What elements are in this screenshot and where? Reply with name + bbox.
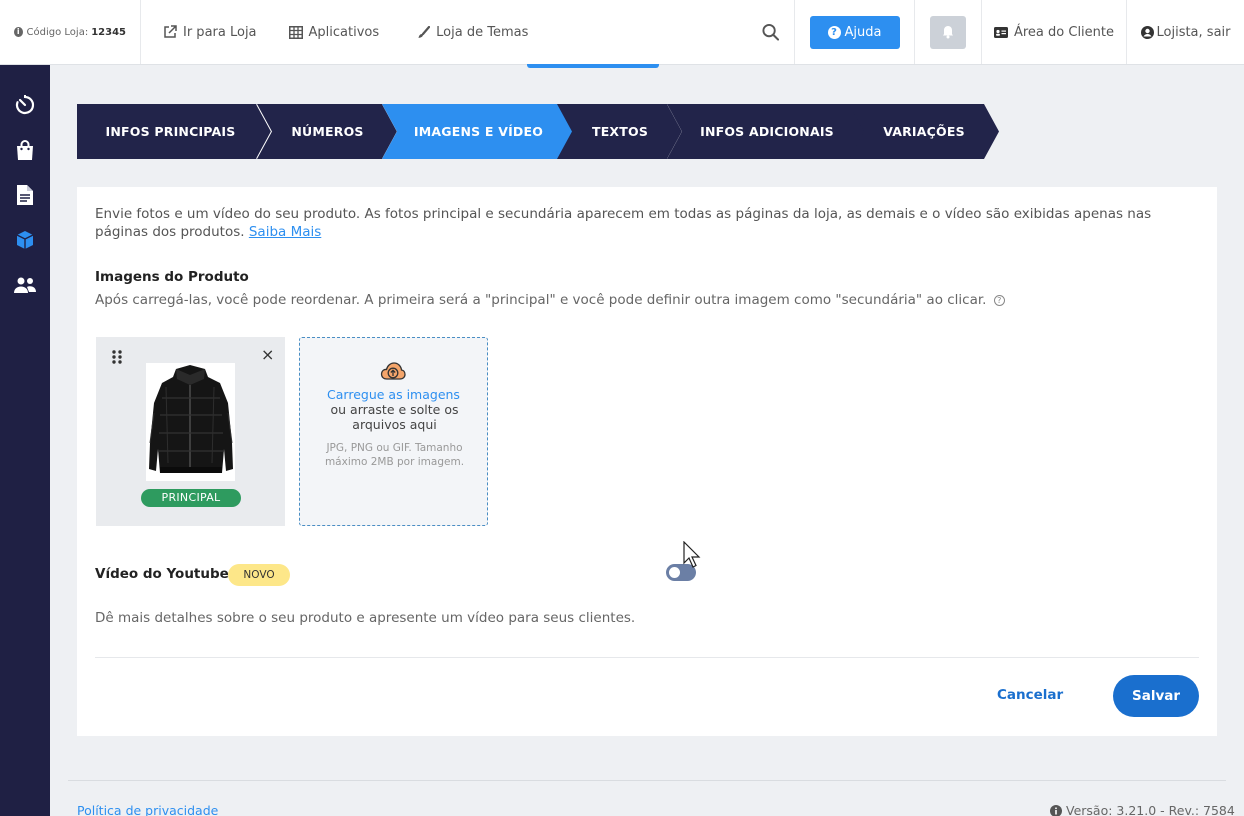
cancel-button[interactable]: Cancelar (997, 687, 1063, 703)
images-section-description: Após carregá-las, você pode reordenar. A… (95, 292, 1005, 308)
step-label: INFOS PRINCIPAIS (105, 124, 236, 139)
user-circle-icon (1140, 25, 1154, 39)
external-link-icon (164, 25, 177, 38)
apps-link[interactable]: Aplicativos (269, 0, 392, 64)
step-label: INFOS ADICIONAIS (700, 124, 834, 139)
logout-link[interactable]: Lojista, sair (1127, 0, 1244, 64)
intro-text: Envie fotos e um vídeo do seu produto. A… (95, 205, 1185, 241)
id-card-icon (993, 26, 1008, 38)
sidebar-item-dashboard[interactable] (13, 93, 37, 117)
store-code-label: Código Loja: (26, 26, 89, 38)
version-text: Versão: 3.21.0 - Rev.: 7584 (1066, 803, 1235, 816)
theme-store-link[interactable]: Loja de Temas (391, 0, 540, 64)
sidebar (0, 65, 50, 816)
step-infos-principais[interactable]: INFOS PRINCIPAIS (77, 104, 272, 159)
help-label: Ajuda (844, 24, 882, 40)
new-badge: NOVO (228, 564, 290, 586)
go-to-store-link[interactable]: Ir para Loja (141, 0, 269, 64)
drag-handle-icon[interactable] (112, 350, 122, 364)
step-imagens-e-video[interactable]: IMAGENS E VÍDEO (382, 104, 575, 159)
active-tab-indicator (527, 64, 659, 68)
step-label: TEXTOS (591, 124, 649, 139)
step-label: VARIAÇÕES (883, 124, 965, 139)
sidebar-item-orders[interactable] (13, 138, 37, 162)
step-textos[interactable]: TEXTOS (557, 104, 683, 159)
image-upload-dropzone[interactable]: Carregue as imagens ou arraste e solte o… (299, 337, 488, 526)
brush-icon (418, 25, 431, 38)
bell-icon (943, 26, 953, 39)
go-to-store-label: Ir para Loja (183, 24, 257, 40)
principal-badge: PRINCIPAL (141, 489, 241, 507)
sidebar-item-pages[interactable] (13, 183, 37, 207)
apps-label: Aplicativos (308, 24, 380, 40)
product-image (146, 363, 235, 481)
images-section-title: Imagens do Produto (95, 269, 249, 285)
info-icon: i (14, 27, 23, 37)
client-area-label: Área do Cliente (1013, 24, 1115, 40)
images-video-card: Envie fotos e um vídeo do seu produto. A… (77, 187, 1217, 736)
shopping-bag-icon (17, 140, 33, 160)
step-variacoes[interactable]: VARIAÇÕES (849, 104, 999, 159)
step-label: IMAGENS E VÍDEO (413, 124, 544, 139)
users-icon (14, 277, 36, 293)
help-button[interactable]: ? Ajuda (809, 15, 900, 49)
grid-icon (288, 25, 303, 39)
mouse-cursor-icon (683, 541, 701, 568)
cloud-upload-icon (380, 362, 406, 380)
step-infos-adicionais[interactable]: INFOS ADICIONAIS (667, 104, 867, 159)
video-section-title: Vídeo do Youtube (95, 566, 229, 582)
footer-divider (68, 780, 1226, 781)
client-area-link[interactable]: Área do Cliente (982, 0, 1127, 64)
upload-hint: JPG, PNG ou GIF. Tamanho máximo 2MB por … (324, 442, 465, 468)
search-icon (762, 23, 779, 41)
privacy-policy-link[interactable]: Política de privacidade (77, 803, 218, 816)
step-label: NÚMEROS (291, 124, 364, 139)
search-button[interactable] (747, 0, 795, 64)
store-code-value: 12345 (91, 26, 126, 38)
product-form-stepper: INFOS PRINCIPAIS NÚMEROS IMAGENS E VÍDEO… (77, 104, 1002, 159)
question-icon: ? (827, 25, 841, 39)
store-code: i Código Loja: 12345 (0, 0, 141, 64)
help-icon[interactable]: ? (993, 295, 1005, 306)
product-image-tile[interactable]: × PRINCIPAL (96, 337, 285, 526)
jacket-image (149, 365, 233, 473)
step-numeros[interactable]: NÚMEROS (257, 104, 398, 159)
document-icon (17, 185, 33, 205)
version-info: Versão: 3.21.0 - Rev.: 7584 (1050, 803, 1235, 816)
speedometer-icon (15, 95, 35, 115)
upload-images-link[interactable]: Carregue as imagens (300, 387, 487, 402)
images-description-text: Após carregá-las, você pode reordenar. A… (95, 292, 987, 308)
notifications-button[interactable] (930, 15, 966, 49)
user-label: Lojista, sair (1156, 24, 1231, 40)
divider (95, 657, 1199, 658)
remove-image-button[interactable]: × (261, 347, 274, 363)
video-section-description: Dê mais detalhes sobre o seu produto e a… (95, 610, 636, 626)
info-icon (1050, 804, 1062, 816)
sidebar-item-products[interactable] (13, 228, 37, 252)
top-bar: i Código Loja: 12345 Ir para Loja Aplica… (0, 0, 1244, 65)
upload-instructions: ou arraste e solte os arquivos aqui (330, 402, 459, 432)
save-button[interactable]: Salvar (1113, 675, 1199, 717)
learn-more-link[interactable]: Saiba Mais (249, 224, 321, 240)
theme-store-label: Loja de Temas (436, 24, 529, 40)
cube-icon (16, 231, 34, 249)
sidebar-item-customers[interactable] (13, 273, 37, 297)
